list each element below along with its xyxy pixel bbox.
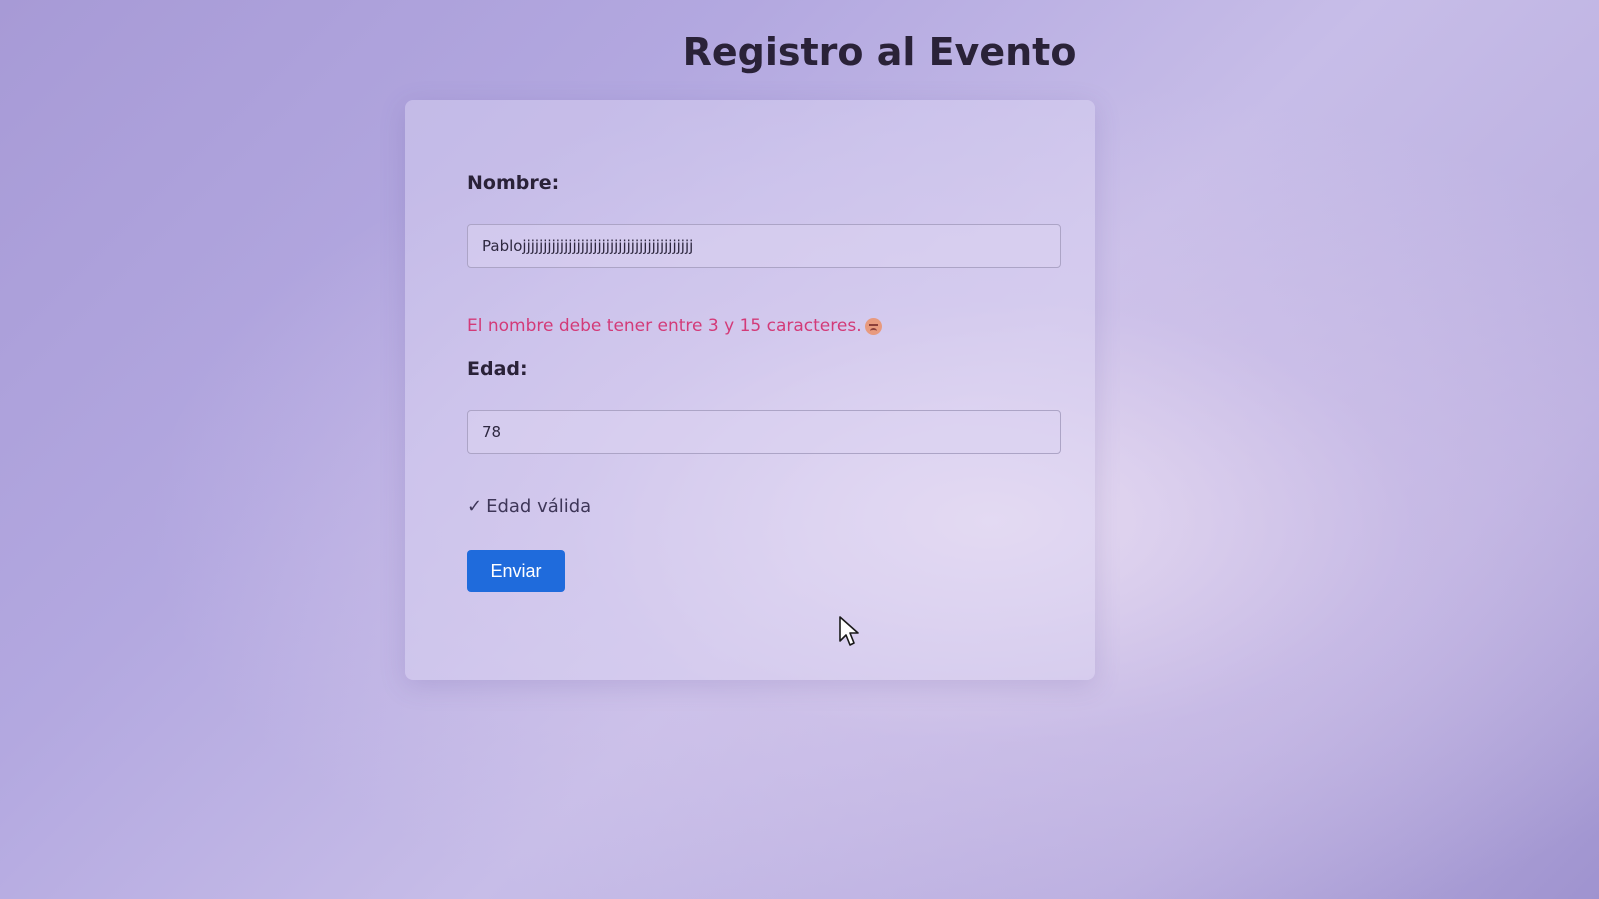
nombre-error-text: El nombre debe tener entre 3 y 15 caract… [467,316,862,336]
edad-input[interactable] [467,410,1061,454]
submit-button[interactable]: Enviar [467,550,565,592]
page-title: Registro al Evento [682,30,1077,74]
check-icon: ✓ [467,496,483,517]
sad-face-icon [864,317,882,335]
registration-form-card: Nombre: El nombre debe tener entre 3 y 1… [405,100,1095,680]
nombre-label: Nombre: [467,172,560,194]
edad-valid-text: Edad válida [486,496,592,517]
nombre-input[interactable] [467,224,1061,268]
edad-valid-message: ✓ Edad válida [467,496,591,517]
nombre-error-message: El nombre debe tener entre 3 y 15 caract… [467,316,882,336]
mouse-cursor-icon [839,616,859,646]
edad-label: Edad: [467,358,528,380]
